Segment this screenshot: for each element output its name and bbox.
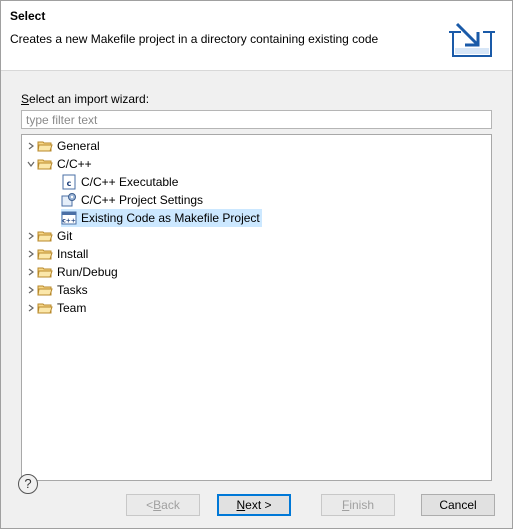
tree-item-existing-code-makefile[interactable]: c++ Existing Code as Makefile Project xyxy=(61,209,262,227)
folder-open-icon xyxy=(37,156,53,172)
page-title: Select xyxy=(10,9,46,23)
tree-item-label: Tasks xyxy=(57,283,88,297)
project-settings-icon xyxy=(61,192,77,208)
back-button[interactable]: < Back xyxy=(126,494,200,516)
tree-item-label: C/C++ xyxy=(57,157,92,171)
expand-chevron-icon[interactable] xyxy=(25,245,37,263)
filter-label: Select an import wizard: xyxy=(21,92,150,106)
expand-chevron-icon[interactable] xyxy=(25,281,37,299)
tree-item-label: Run/Debug xyxy=(57,265,118,279)
wizard-tree[interactable]: General C/C++ c C/C++ Executable C/C++ P… xyxy=(21,134,492,481)
finish-button[interactable]: Finish xyxy=(321,494,395,516)
tree-item-install[interactable]: Install xyxy=(25,245,88,263)
folder-icon xyxy=(37,282,53,298)
svg-text:c++: c++ xyxy=(62,218,76,225)
tree-item-label: Git xyxy=(57,229,73,243)
tree-item-label: Install xyxy=(57,247,89,261)
tree-item-c-cpp-project-settings[interactable]: C/C++ Project Settings xyxy=(61,191,203,209)
tree-item-label: C/C++ Executable xyxy=(81,175,179,189)
folder-icon xyxy=(37,138,53,154)
tree-item-general[interactable]: General xyxy=(25,137,100,155)
tree-item-run-debug[interactable]: Run/Debug xyxy=(25,263,118,281)
filter-input[interactable] xyxy=(21,110,492,129)
folder-icon xyxy=(37,246,53,262)
tree-item-c-cpp-executable[interactable]: c C/C++ Executable xyxy=(61,173,178,191)
makefile-project-icon: c++ xyxy=(61,210,77,226)
tree-item-team[interactable]: Team xyxy=(25,299,86,317)
tree-item-git[interactable]: Git xyxy=(25,227,72,245)
import-wizard-dialog: Select Creates a new Makefile project in… xyxy=(0,0,513,529)
expand-chevron-icon[interactable] xyxy=(25,299,37,317)
tree-item-label: Team xyxy=(57,301,87,315)
expand-chevron-icon[interactable] xyxy=(25,263,37,281)
button-bar: ? < Back Next > Finish Cancel xyxy=(1,457,512,528)
folder-icon xyxy=(37,264,53,280)
collapse-chevron-icon[interactable] xyxy=(25,155,37,173)
folder-icon xyxy=(37,228,53,244)
tree-item-label: General xyxy=(57,139,100,153)
page-description: Creates a new Makefile project in a dire… xyxy=(10,32,379,46)
tree-item-tasks[interactable]: Tasks xyxy=(25,281,88,299)
tree-item-label: Existing Code as Makefile Project xyxy=(81,211,260,225)
expand-chevron-icon[interactable] xyxy=(25,137,37,155)
cancel-button[interactable]: Cancel xyxy=(421,494,495,516)
next-button[interactable]: Next > xyxy=(217,494,291,516)
tree-item-c-cpp[interactable]: C/C++ xyxy=(25,155,92,173)
import-wizard-banner-icon xyxy=(447,18,497,60)
tree-item-label: C/C++ Project Settings xyxy=(81,193,204,207)
help-button[interactable]: ? xyxy=(18,474,38,494)
wizard-content: Select an import wizard: General xyxy=(1,71,512,481)
svg-text:c: c xyxy=(67,179,72,188)
wizard-header: Select Creates a new Makefile project in… xyxy=(1,1,512,71)
folder-icon xyxy=(37,300,53,316)
expand-chevron-icon[interactable] xyxy=(25,227,37,245)
c-executable-icon: c xyxy=(61,174,77,190)
